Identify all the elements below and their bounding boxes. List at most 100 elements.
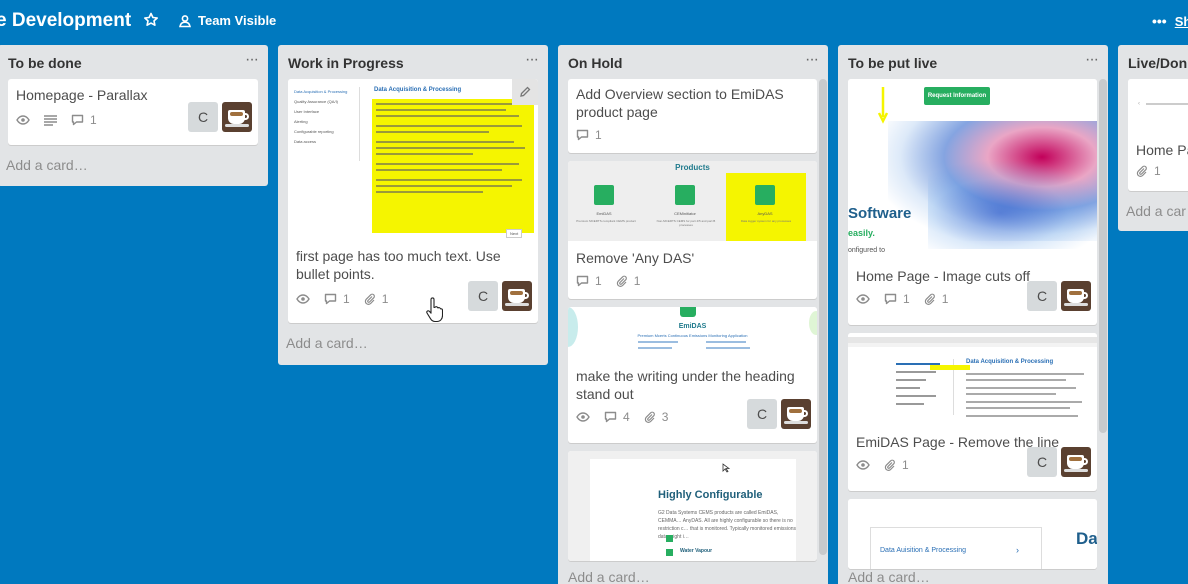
product-desc: Data logger system for any processes [740, 219, 792, 223]
card-title: Remove 'Any DAS' [576, 250, 695, 266]
list-menu-icon[interactable]: ··· [525, 51, 539, 69]
board-header: e Development Team Visible ••• Sh [0, 0, 1188, 44]
avatar[interactable] [1061, 447, 1091, 477]
avatar[interactable] [781, 399, 811, 429]
member-initial[interactable]: C [747, 399, 777, 429]
watch-icon [296, 294, 310, 304]
card-members: C [1027, 281, 1091, 311]
list-title: Work in Progress [288, 55, 404, 71]
card[interactable]: Products EmiDAS CEMinitiator AnyDAS Prem… [568, 161, 817, 299]
comment-icon [604, 411, 617, 423]
card-members: C [1027, 447, 1091, 477]
card-title: make the writing under the heading stand… [576, 368, 795, 402]
attachments-badge: 3 [644, 410, 668, 424]
comment-icon [324, 293, 337, 305]
cover-menu-item: Quality Assurance (QA/I) [294, 99, 339, 104]
card[interactable]: EmiDAS Premium Mcerts Continuous Emissio… [568, 307, 817, 443]
card[interactable]: Request Information Software easily. onf… [848, 79, 1097, 325]
visibility-button[interactable]: Team Visible [178, 13, 276, 28]
list-scrollbar[interactable] [1099, 79, 1107, 433]
card-cover-image: Request Information Software easily. onf… [848, 79, 1097, 261]
product-desc: Premium MCERTS compliant CEMS product [576, 219, 636, 223]
pointer-icon [722, 463, 730, 473]
comments-badge: 4 [604, 410, 630, 424]
cover-text: G2 Data Systems CEMS products are called… [658, 510, 797, 540]
member-initial[interactable]: C [188, 102, 218, 132]
card[interactable]: Highly Configurable G2 Data Systems CEMS… [568, 451, 817, 561]
card-cover-image: Data Acquisition & Processing Quality As… [288, 79, 538, 239]
list-scrollbar[interactable] [819, 79, 827, 555]
attachments-badge: 1 [924, 292, 948, 306]
list-header: To be done ··· [0, 45, 268, 79]
cover-highlight [726, 173, 806, 241]
list-header: To be put live ··· [838, 45, 1108, 79]
list-to-be-done: To be done ··· Homepage - Parallax 1 C A… [0, 45, 268, 186]
comment-icon [884, 293, 897, 305]
avatar[interactable] [1061, 281, 1091, 311]
card-cover-image: EmiDAS Premium Mcerts Continuous Emissio… [568, 307, 817, 357]
card[interactable]: Homepage - Parallax 1 C [8, 79, 258, 145]
card[interactable]: Data Auisition & Processing › Da [848, 499, 1097, 569]
add-card-button[interactable]: Add a card… [848, 565, 938, 584]
card[interactable]: Data Acquisition & Processing EmiDAS Pag… [848, 333, 1097, 491]
list-header: Work in Progress ··· [278, 45, 548, 79]
list-menu-icon[interactable]: ··· [245, 51, 259, 69]
list-title: To be done [8, 55, 82, 71]
product-desc: Non-MCERTS CEMS for part 4/5 and part B … [656, 219, 716, 227]
paperclip-icon [616, 275, 627, 287]
cover-configured: onfigured to [848, 247, 885, 254]
add-card-button[interactable]: Add a card… [568, 565, 658, 584]
card[interactable]: Add Overview section to EmiDAS product p… [568, 79, 817, 153]
paperclip-icon [1136, 165, 1147, 177]
list-menu-icon[interactable]: ··· [805, 51, 819, 69]
card-title: Add Overview section to EmiDAS product p… [576, 86, 784, 120]
avatar[interactable] [502, 281, 532, 311]
paperclip-icon [924, 293, 935, 305]
list-live-done: Live/Don ‹ Home Pa 1 Add a car [1118, 45, 1188, 231]
comments-badge: 1 [576, 128, 602, 142]
watch-icon [16, 115, 30, 125]
board-title[interactable]: e Development [0, 10, 131, 32]
cover-heading: Data Auisition & Processing [880, 547, 966, 554]
cover-big: Da [1076, 529, 1097, 548]
cover-highlight [372, 99, 534, 233]
add-card-button[interactable]: Add a car [1118, 199, 1188, 229]
paperclip-icon [364, 293, 375, 305]
member-initial[interactable]: C [1027, 447, 1057, 477]
list-work-in-progress: Work in Progress ··· Data Acquisition & … [278, 45, 548, 365]
avatar[interactable] [222, 102, 252, 132]
watch-icon [856, 460, 870, 470]
team-icon [179, 14, 191, 27]
cover-heading: EmiDAS [678, 323, 707, 330]
card-members: C [468, 281, 532, 311]
product-name: CEMinitiator [674, 211, 696, 216]
comments-badge: 1 [324, 292, 350, 306]
card[interactable]: Data Acquisition & Processing Quality As… [288, 79, 538, 323]
attachments-badge: 1 [364, 292, 388, 306]
cover-menu: Data Acquisition & Processing Quality As… [294, 87, 360, 161]
list-title: To be put live [848, 55, 938, 71]
product-icon [675, 185, 695, 205]
cover-menu-item: Alerting [294, 119, 308, 124]
show-menu-button[interactable]: ••• Sh [1152, 13, 1188, 29]
list-menu-icon[interactable]: ··· [1085, 51, 1099, 69]
card-cover-image: Data Auisition & Processing › Da [848, 499, 1097, 569]
attachments-badge: 1 [1136, 164, 1161, 178]
visibility-label: Team Visible [198, 13, 277, 28]
edit-card-button[interactable] [512, 79, 538, 105]
card-cover-image: Data Acquisition & Processing [848, 333, 1097, 425]
card-cover-image: Highly Configurable G2 Data Systems CEMS… [568, 451, 817, 561]
list-on-hold: On Hold ··· Add Overview section to EmiD… [558, 45, 828, 584]
attachments-badge: 1 [616, 274, 640, 288]
add-card-button[interactable]: Add a card… [0, 153, 268, 183]
card-badges: 1 1 [576, 271, 809, 291]
watch-icon [576, 412, 590, 422]
card[interactable]: ‹ Home Pa 1 [1128, 79, 1188, 191]
member-initial[interactable]: C [1027, 281, 1057, 311]
star-icon[interactable] [143, 12, 159, 28]
add-card-button[interactable]: Add a card… [278, 331, 548, 361]
member-initial[interactable]: C [468, 281, 498, 311]
comments-badge: 1 [71, 113, 97, 127]
card-members: C [747, 399, 811, 429]
hand-cursor-icon [426, 297, 443, 323]
